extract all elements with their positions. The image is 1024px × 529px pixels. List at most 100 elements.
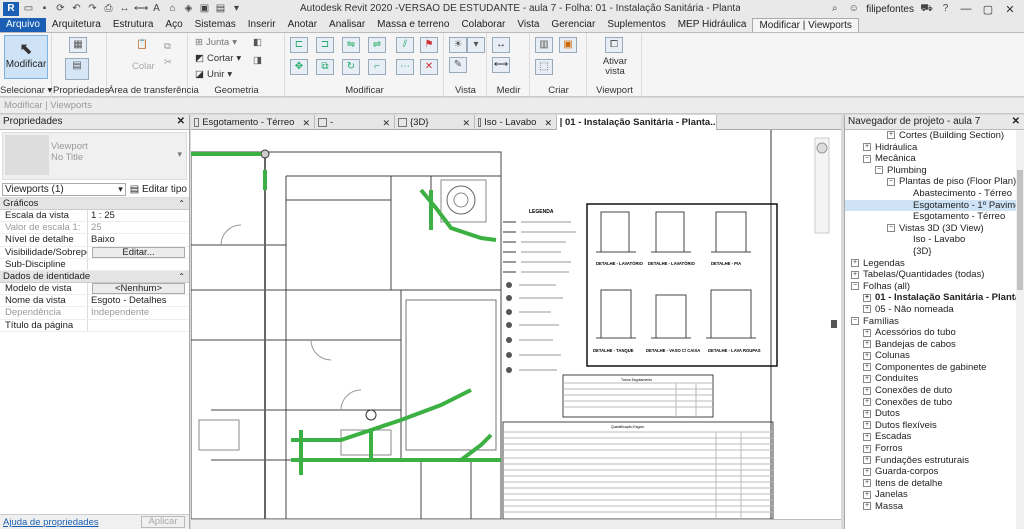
maximize-button[interactable]: ▢ — [980, 3, 996, 16]
property-button[interactable]: <Nenhum> — [92, 282, 185, 294]
ribbon-tab[interactable]: Anotar — [282, 18, 323, 32]
mirror-draw-icon[interactable]: ⇌ — [368, 37, 386, 53]
expand-icon[interactable]: + — [863, 398, 871, 407]
dimension-tool-icon[interactable]: ⟷ — [492, 57, 510, 73]
expand-icon[interactable]: + — [863, 351, 871, 360]
tree-node[interactable]: + Legendas — [845, 258, 1024, 270]
tree-node[interactable]: + Tabelas/Quantidades (todas) — [845, 269, 1024, 281]
tree-node[interactable]: + Fundações estruturais — [845, 455, 1024, 467]
expand-icon[interactable]: + — [863, 340, 871, 349]
3d-view-icon[interactable]: ⌂ — [166, 3, 179, 15]
sync-icon[interactable]: ⟳ — [54, 3, 67, 15]
expand-icon[interactable]: + — [863, 409, 871, 418]
tree-node[interactable]: + Colunas — [845, 350, 1024, 362]
property-group-header[interactable]: Dados de identidade ⌃ — [0, 270, 189, 283]
dimension-icon[interactable]: ⟷ — [134, 3, 148, 15]
ribbon-tab[interactable]: Estrutura — [107, 18, 160, 32]
expand-icon[interactable]: + — [863, 386, 871, 395]
expand-icon[interactable]: + — [863, 143, 871, 152]
edit-type-button[interactable]: ▤ Editar tipo — [130, 184, 187, 195]
tree-node[interactable]: Abastecimento - Térreo — [845, 188, 1024, 200]
expand-icon[interactable]: + — [863, 363, 871, 372]
tree-node[interactable]: + Componentes de gabinete — [845, 362, 1024, 374]
tree-node[interactable]: − Vistas 3D (3D View) — [845, 223, 1024, 235]
ribbon-tab[interactable]: Gerenciar — [545, 18, 601, 32]
ribbon-tab[interactable]: Inserir — [242, 18, 282, 32]
property-value[interactable]: 1 : 25 — [88, 210, 189, 221]
expand-icon[interactable]: + — [851, 259, 859, 268]
pin-icon[interactable]: ⚑ — [420, 37, 438, 53]
help-icon[interactable]: ? — [939, 3, 952, 15]
property-value[interactable]: Esgoto - Detalhes — [88, 295, 189, 306]
cut-button[interactable]: ◩ Cortar ▾ — [195, 53, 241, 64]
close-icon[interactable]: ✕ — [377, 116, 390, 130]
delete-icon[interactable]: ✕ — [420, 59, 438, 75]
tree-node[interactable]: + Dutos flexíveis — [845, 420, 1024, 432]
offset-icon[interactable]: ⊐ — [316, 37, 334, 53]
create-group-icon[interactable]: ▣ — [559, 37, 577, 53]
close-icon[interactable]: ✕ — [1012, 115, 1020, 129]
tree-node[interactable]: + Escadas — [845, 431, 1024, 443]
infocenter-search-icon[interactable]: ⌕ — [828, 3, 841, 15]
property-button[interactable]: Editar... — [92, 246, 185, 258]
tree-node[interactable]: + Forros — [845, 443, 1024, 455]
tree-node[interactable]: + Bandejas de cabos — [845, 339, 1024, 351]
tree-node[interactable]: + Conexões de tubo — [845, 397, 1024, 409]
select-dropdown[interactable]: Selecionar ▾ — [0, 85, 52, 96]
tree-node[interactable]: + Guarda-corpos — [845, 466, 1024, 478]
expand-icon[interactable]: + — [851, 270, 859, 279]
view-tab[interactable]: Esgotamento - Térreo ✕ — [191, 115, 315, 130]
ribbon-tab[interactable]: Massa e terreno — [371, 18, 455, 32]
ribbon-tab[interactable]: Aço — [159, 18, 188, 32]
tree-node[interactable]: − Folhas (all) — [845, 281, 1024, 293]
save-icon[interactable]: ▪ — [38, 3, 51, 15]
undo-icon[interactable]: ↶ — [70, 3, 83, 15]
expand-icon[interactable]: + — [863, 444, 871, 453]
align-icon[interactable]: ⊏ — [290, 37, 308, 53]
trim-icon[interactable]: ⌐ — [368, 59, 386, 75]
tree-node[interactable]: − Mecânica — [845, 153, 1024, 165]
array-icon[interactable]: ⋯ — [396, 59, 414, 75]
expand-icon[interactable]: + — [863, 328, 871, 337]
collapse-icon[interactable]: − — [863, 154, 871, 163]
properties-icon[interactable]: ▤ — [65, 58, 89, 80]
tree-node[interactable]: + Dutos — [845, 408, 1024, 420]
move-icon[interactable]: ✥ — [290, 59, 308, 75]
close-icon[interactable]: ✕ — [457, 116, 470, 130]
tree-node[interactable]: + Conexões de duto — [845, 385, 1024, 397]
tree-node[interactable]: +05 - Não nomeada — [845, 304, 1024, 316]
collapse-icon[interactable]: ⌃ — [178, 271, 185, 283]
type-selector[interactable]: Viewport No Title ▾ — [2, 132, 187, 180]
close-icon[interactable]: ✕ — [297, 116, 310, 130]
cart-icon[interactable]: ⛟ — [920, 3, 933, 15]
user-name[interactable]: filipefontes — [866, 4, 914, 15]
ribbon-tab[interactable]: Colaborar — [455, 18, 511, 32]
collapse-icon[interactable]: − — [851, 282, 859, 291]
ribbon-tab[interactable]: Vista — [511, 18, 545, 32]
instance-filter-dropdown[interactable]: Viewports (1) — [2, 183, 126, 196]
expand-icon[interactable]: + — [863, 374, 871, 383]
copy-icon[interactable]: ⧉ — [164, 41, 171, 52]
tree-node[interactable]: {3D} — [845, 246, 1024, 258]
customize-icon[interactable]: ▾ — [230, 3, 243, 15]
scrollbar-thumb[interactable] — [1017, 170, 1023, 290]
expand-icon[interactable]: + — [863, 456, 871, 465]
tree-node[interactable]: + Itens de detalhe — [845, 478, 1024, 490]
join-button[interactable]: ⊞ Junta ▾ — [195, 37, 237, 48]
close-icon[interactable]: ✕ — [177, 115, 185, 129]
paste-button[interactable]: Colar — [132, 61, 155, 72]
modify-button[interactable]: ⬉ Modificar — [4, 35, 48, 79]
tree-node[interactable]: Esgotamento - 1º Pavimen — [845, 199, 1024, 212]
expand-icon[interactable]: + — [863, 305, 871, 314]
linework-icon[interactable]: ✎ — [449, 57, 467, 73]
revit-logo[interactable]: R — [3, 2, 19, 16]
browser-scrollbar[interactable] — [1016, 130, 1024, 529]
switch-windows-icon[interactable]: ▤ — [214, 3, 227, 15]
close-hidden-icon[interactable]: ▣ — [198, 3, 211, 15]
create-parts-icon[interactable]: ▥ — [535, 37, 553, 53]
split-icon[interactable]: ⫽ — [396, 37, 414, 53]
copy-element-icon[interactable]: ⧉ — [316, 59, 334, 75]
view-tab[interactable]: 01 - Instalação Sanitária - Planta...✕ — [557, 115, 717, 130]
tree-node[interactable]: + Acessórios do tubo — [845, 327, 1024, 339]
text-icon[interactable]: A — [150, 3, 163, 15]
